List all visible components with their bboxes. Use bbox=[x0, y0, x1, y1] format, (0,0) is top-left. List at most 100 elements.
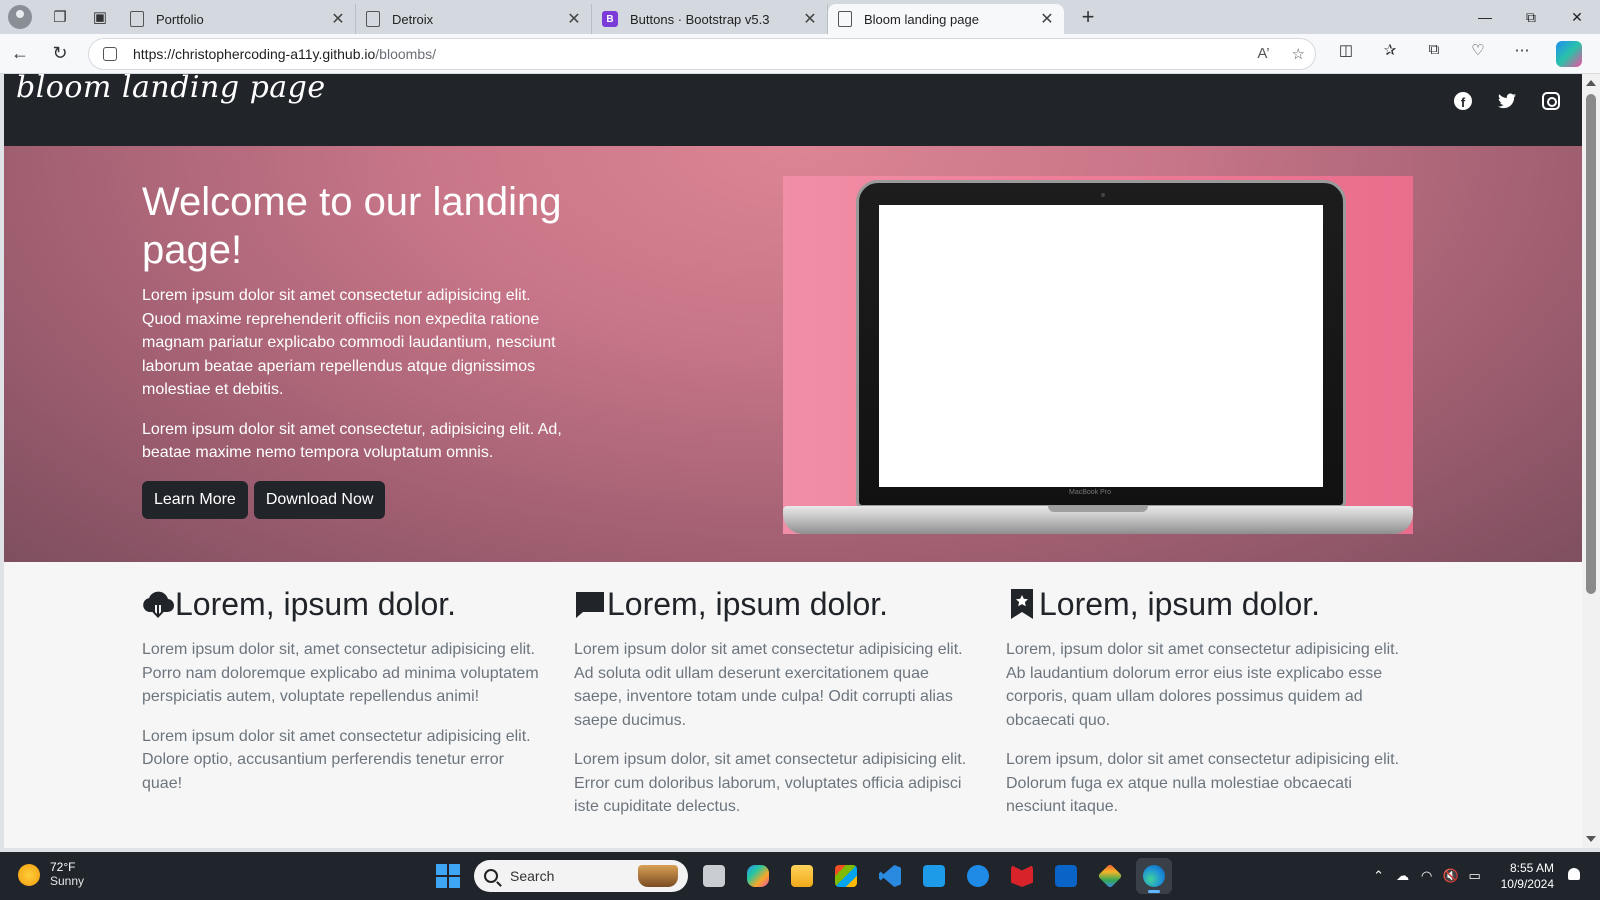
hero-paragraph-2: Lorem ipsum dolor sit amet consectetur, … bbox=[142, 420, 562, 462]
restore-icon[interactable]: ⧉ bbox=[1508, 0, 1554, 34]
page-viewport: bloom landing page f Welcome to our land… bbox=[4, 74, 1582, 848]
lock-icon[interactable] bbox=[103, 46, 117, 61]
hero-paragraph-1: Lorem ipsum dolor sit amet consectetur a… bbox=[142, 287, 556, 398]
scroll-down-icon[interactable] bbox=[1586, 836, 1596, 842]
edge-icon[interactable] bbox=[1136, 858, 1172, 894]
copilot-app-icon[interactable] bbox=[740, 858, 776, 894]
url-host: https://christophercoding-a11y.github.io bbox=[133, 45, 376, 62]
download-now-button[interactable]: Download Now bbox=[253, 480, 386, 519]
battery-icon[interactable]: ▭ bbox=[1463, 868, 1487, 884]
clock[interactable]: 8:55 AM 10/9/2024 bbox=[1501, 860, 1554, 892]
onedrive-icon[interactable]: ☁ bbox=[1391, 868, 1415, 884]
copilot-icon[interactable] bbox=[1556, 40, 1582, 67]
feature-card: Lorem, ipsum dolor. Lorem ipsum dolor si… bbox=[574, 584, 976, 819]
mcafee-icon[interactable] bbox=[1004, 858, 1040, 894]
search-icon bbox=[484, 869, 498, 883]
weather-widget[interactable]: 72°F Sunny bbox=[18, 860, 84, 889]
vscode-icon[interactable] bbox=[872, 858, 908, 894]
close-icon[interactable]: ✕ bbox=[801, 9, 819, 29]
learn-more-button[interactable]: Learn More bbox=[142, 480, 248, 519]
brand-logo[interactable]: bloom landing page bbox=[16, 74, 326, 105]
task-view-icon[interactable] bbox=[696, 858, 732, 894]
feature-heading: Lorem, ipsum dolor. bbox=[142, 584, 544, 624]
refresh-button[interactable]: ↻ bbox=[40, 38, 80, 70]
start-button[interactable] bbox=[430, 858, 466, 894]
back-button[interactable]: ← bbox=[0, 38, 40, 70]
hp-app-icon[interactable] bbox=[916, 858, 952, 894]
volume-muted-icon[interactable]: 🔇 bbox=[1439, 868, 1463, 884]
profile-icon bbox=[8, 5, 32, 29]
notification-bell-icon[interactable] bbox=[1564, 866, 1584, 886]
workspaces-button[interactable]: ❐ bbox=[40, 0, 80, 34]
close-window-icon[interactable]: ✕ bbox=[1554, 0, 1600, 34]
twitter-icon[interactable] bbox=[1496, 90, 1518, 112]
close-icon[interactable]: ✕ bbox=[329, 9, 347, 29]
wifi-icon[interactable]: ◠ bbox=[1415, 868, 1439, 884]
tab-title: Bloom landing page bbox=[864, 11, 979, 27]
close-icon[interactable]: ✕ bbox=[1038, 9, 1056, 29]
split-screen-icon[interactable]: ◫ bbox=[1324, 41, 1368, 67]
browser-essentials-icon[interactable]: ♡ bbox=[1456, 41, 1500, 67]
laptop-screen bbox=[879, 205, 1323, 487]
feature-paragraph: Lorem ipsum, dolor sit amet consectetur … bbox=[1006, 751, 1400, 815]
favorites-icon[interactable]: ✰ bbox=[1368, 41, 1412, 67]
help-icon[interactable] bbox=[960, 858, 996, 894]
social-links: f bbox=[1452, 90, 1562, 112]
scrollbar-thumb[interactable] bbox=[1586, 94, 1596, 594]
search-placeholder: Search bbox=[510, 868, 555, 884]
page-scrollbar[interactable] bbox=[1582, 74, 1600, 848]
laptop-camera bbox=[1101, 193, 1105, 197]
laptop-lid: MacBook Pro bbox=[856, 180, 1346, 508]
chat-icon bbox=[574, 588, 606, 620]
more-options-icon[interactable]: ⋯ bbox=[1500, 41, 1544, 67]
close-icon[interactable]: ✕ bbox=[565, 9, 583, 29]
tab-portfolio[interactable]: Portfolio ✕ bbox=[120, 4, 356, 34]
sun-icon bbox=[18, 863, 40, 886]
laptop-base bbox=[783, 506, 1413, 534]
favorite-star-icon[interactable]: ☆ bbox=[1292, 45, 1305, 63]
tab-bootstrap-buttons[interactable]: B Buttons · Bootstrap v5.3 ✕ bbox=[592, 4, 828, 34]
feature-paragraph: Lorem, ipsum dolor sit amet consectetur … bbox=[1006, 641, 1400, 729]
taskbar-search[interactable]: Search bbox=[474, 860, 688, 892]
page-icon bbox=[366, 11, 380, 27]
tab-title: Portfolio bbox=[156, 11, 204, 27]
tab-detroix[interactable]: Detroix ✕ bbox=[356, 4, 592, 34]
address-bar[interactable]: https://christophercoding-a11y.github.io… bbox=[88, 37, 1316, 70]
feature-title: Lorem, ipsum dolor. bbox=[607, 585, 889, 622]
clock-time: 8:55 AM bbox=[1509, 861, 1554, 875]
instagram-icon[interactable] bbox=[1540, 90, 1562, 112]
bootstrap-icon: B bbox=[602, 11, 618, 27]
minimize-icon[interactable]: — bbox=[1462, 0, 1508, 34]
hero-title: Welcome to our landing page! bbox=[142, 180, 562, 272]
url-path: /bloombs/ bbox=[375, 45, 436, 62]
collections-icon[interactable]: ⧉ bbox=[1412, 41, 1456, 67]
tab-title: Detroix bbox=[392, 11, 434, 27]
taskbar-apps: Search bbox=[430, 858, 1172, 894]
chevron-up-icon[interactable]: ⌃ bbox=[1367, 868, 1391, 884]
facebook-icon[interactable]: f bbox=[1452, 90, 1474, 112]
microsoft-store-icon[interactable] bbox=[828, 858, 864, 894]
window-controls: — ⧉ ✕ bbox=[1462, 0, 1600, 34]
outlook-icon[interactable] bbox=[1048, 858, 1084, 894]
feature-title: Lorem, ipsum dolor. bbox=[1039, 585, 1321, 622]
weather-temp: 72°F bbox=[50, 860, 76, 874]
feature-paragraph: Lorem ipsum dolor sit amet consectetur a… bbox=[142, 727, 531, 792]
bookmark-star-icon bbox=[1006, 588, 1038, 620]
tab-actions-button[interactable]: ▣ bbox=[80, 0, 120, 34]
feature-title: Lorem, ipsum dolor. bbox=[175, 585, 457, 622]
tab-bloom-landing-page[interactable]: Bloom landing page ✕ bbox=[828, 4, 1064, 34]
feature-paragraph: Lorem ipsum dolor sit, amet consectetur … bbox=[142, 641, 539, 705]
read-aloud-icon[interactable]: A’ bbox=[1257, 45, 1269, 63]
feature-heading: Lorem, ipsum dolor. bbox=[574, 584, 976, 624]
scroll-up-icon[interactable] bbox=[1586, 80, 1596, 86]
feature-heading: Lorem, ipsum dolor. bbox=[1006, 584, 1408, 624]
profile-button[interactable] bbox=[0, 0, 40, 34]
page-icon bbox=[130, 11, 144, 27]
new-tab-button[interactable]: + bbox=[1068, 4, 1108, 30]
laptop-notch bbox=[1048, 506, 1148, 512]
file-explorer-icon[interactable] bbox=[784, 858, 820, 894]
browser-tab-strip: ❐ ▣ Portfolio ✕ Detroix ✕ B Buttons · Bo… bbox=[0, 0, 1600, 34]
tab-title: Buttons · Bootstrap v5.3 bbox=[630, 11, 770, 27]
hero-buttons: Learn More Download Now bbox=[142, 480, 562, 519]
git-client-icon[interactable] bbox=[1092, 858, 1128, 894]
